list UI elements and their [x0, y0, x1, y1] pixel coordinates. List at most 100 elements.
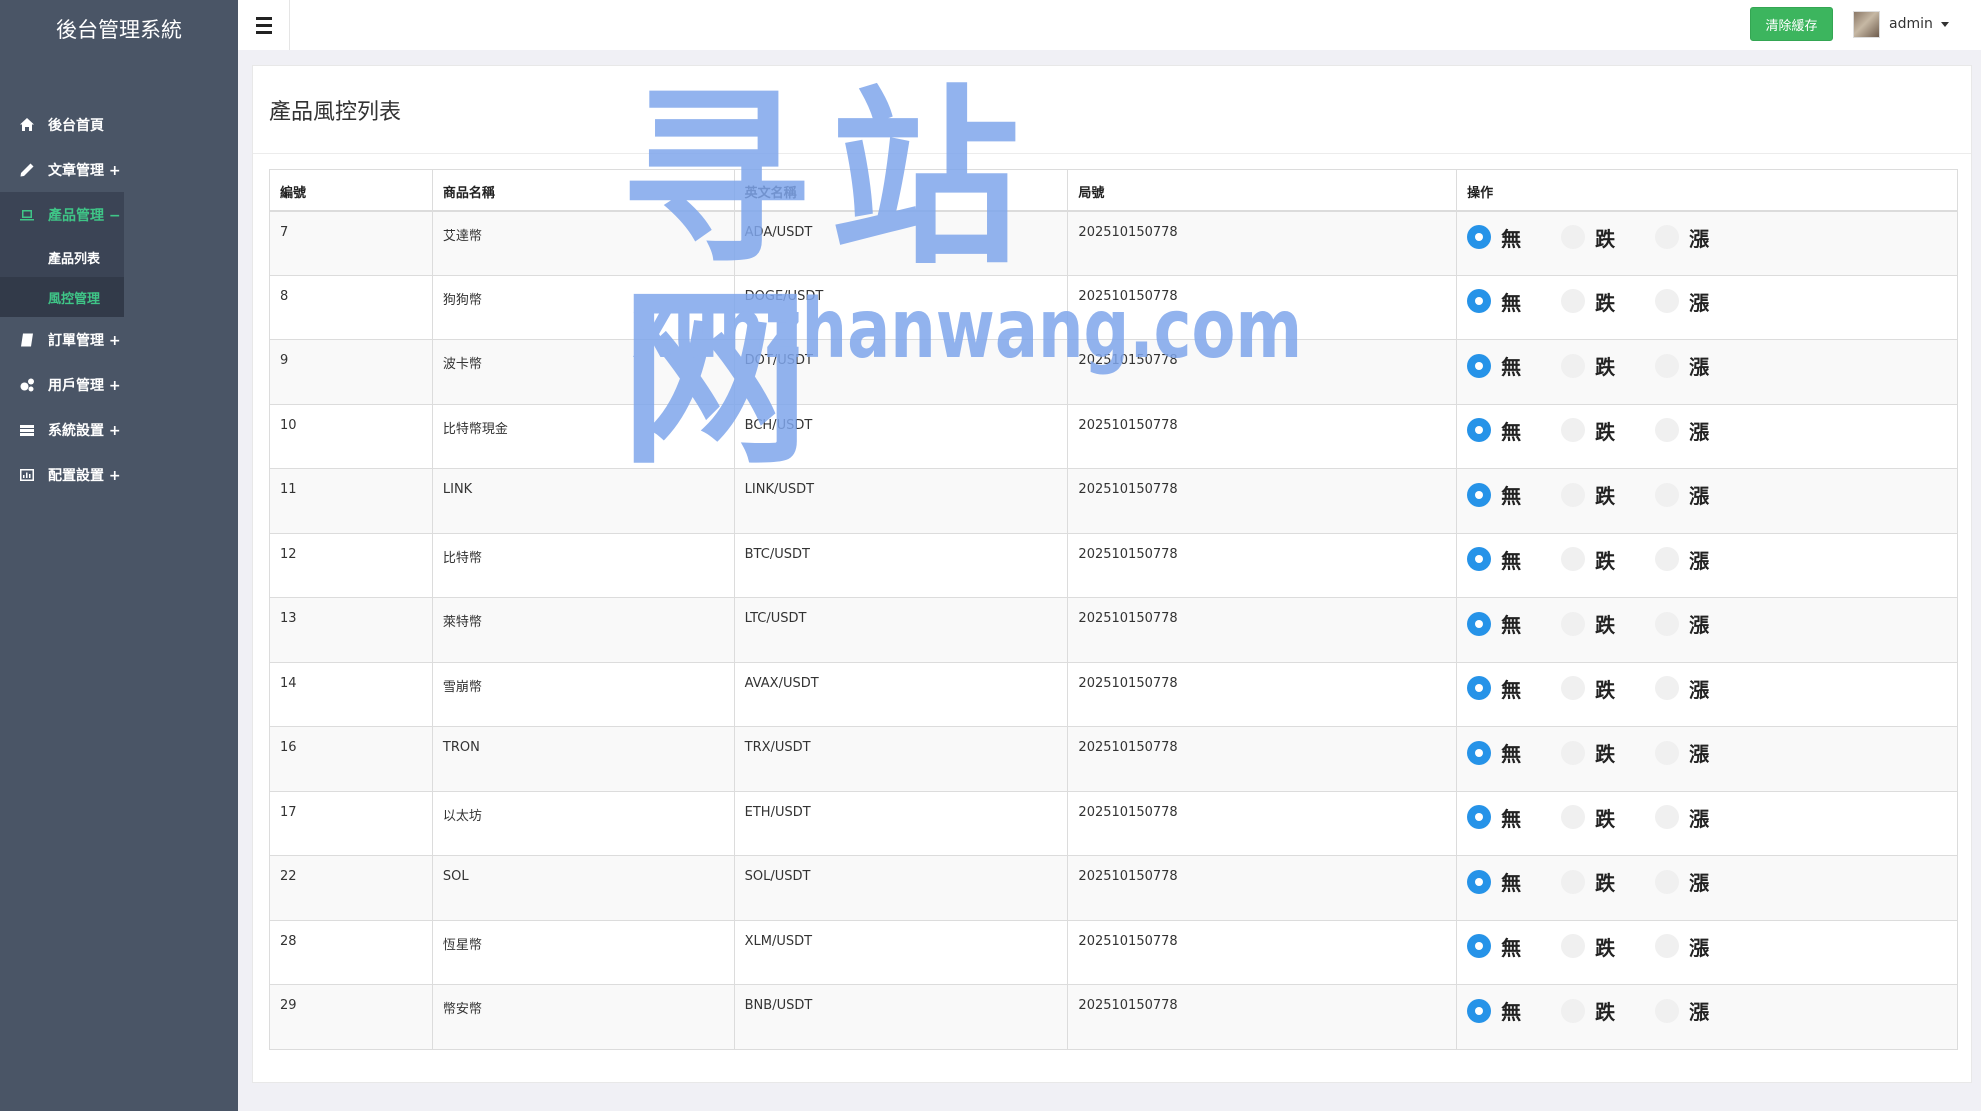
- risk-option-radio[interactable]: 跌: [1561, 287, 1615, 316]
- cell-english-name: ETH/USDT: [733, 790, 1069, 856]
- risk-option-radio[interactable]: 無: [1467, 674, 1521, 703]
- radio-circle-icon: [1561, 482, 1586, 507]
- cell-english-name: XLM/USDT: [733, 919, 1069, 985]
- risk-option-radio[interactable]: 漲: [1655, 867, 1709, 896]
- cell-id: 14: [269, 661, 433, 727]
- table-row: 28 恆星幣 XLM/USDT 202510150778 無 跌 漲: [269, 919, 1958, 985]
- risk-option-radio[interactable]: 無: [1467, 803, 1521, 832]
- radio-label: 跌: [1595, 935, 1616, 960]
- cell-operations: 無跌漲: [1456, 984, 1958, 1050]
- risk-option-radio[interactable]: 跌: [1561, 351, 1615, 380]
- risk-option-radio[interactable]: 跌: [1561, 932, 1615, 961]
- table-row: 22 SOL SOL/USDT 202510150778 無 跌 漲: [269, 855, 1958, 921]
- radio-label: 漲: [1689, 806, 1710, 831]
- risk-option-radio[interactable]: 跌: [1561, 803, 1615, 832]
- cell-product-name: LINK: [431, 468, 735, 534]
- risk-option-radio[interactable]: 跌: [1561, 545, 1615, 574]
- cell-product-name: 比特幣現金: [431, 403, 735, 469]
- risk-option-radio[interactable]: 漲: [1655, 609, 1709, 638]
- risk-option-radio[interactable]: 漲: [1655, 803, 1709, 832]
- risk-option-radio[interactable]: 漲: [1655, 223, 1709, 252]
- user-menu[interactable]: admin: [1853, 10, 1949, 38]
- cell-period-number: 202510150778: [1067, 532, 1458, 598]
- radio-circle-icon: [1655, 418, 1680, 442]
- risk-option-radio[interactable]: 漲: [1655, 480, 1709, 509]
- radio-circle-icon: [1655, 676, 1680, 700]
- cell-english-name: DOGE/USDT: [733, 274, 1069, 340]
- risk-option-radio[interactable]: 漲: [1655, 932, 1709, 961]
- risk-option-radio[interactable]: 跌: [1561, 416, 1615, 445]
- cell-operations: 無跌漲: [1456, 855, 1958, 921]
- risk-option-radio[interactable]: 無: [1467, 287, 1521, 316]
- risk-option-radio[interactable]: 漲: [1655, 674, 1709, 703]
- sidebar-item-home[interactable]: 後台首頁: [0, 102, 124, 147]
- risk-option-radio[interactable]: 漲: [1655, 996, 1709, 1025]
- radio-circle-icon: [1467, 676, 1492, 700]
- clear-cache-button[interactable]: 清除緩存: [1750, 7, 1833, 41]
- sidebar-toggle-button[interactable]: [238, 0, 290, 50]
- sidebar-item-config-settings[interactable]: 配置設置 +: [0, 452, 124, 497]
- cell-operations: 無跌漲: [1456, 403, 1958, 469]
- risk-option-radio[interactable]: 無: [1467, 545, 1521, 574]
- cell-english-name: DOT/USDT: [733, 339, 1069, 405]
- risk-option-group: 無跌漲: [1467, 416, 1957, 445]
- risk-option-radio[interactable]: 跌: [1561, 223, 1615, 252]
- radio-circle-icon: [1467, 353, 1492, 378]
- sidebar-item-users[interactable]: 用戶管理 +: [0, 362, 124, 407]
- cell-product-name: 萊特幣: [431, 597, 735, 663]
- radio-circle-icon: [1467, 547, 1492, 571]
- sidebar-item-system-settings[interactable]: 系統設置 +: [0, 407, 124, 452]
- radio-label: 跌: [1595, 613, 1616, 637]
- risk-option-radio[interactable]: 無: [1467, 223, 1521, 252]
- sidebar-item-label: 文章管理 +: [48, 162, 121, 179]
- risk-option-radio[interactable]: 無: [1467, 932, 1521, 961]
- risk-option-radio[interactable]: 跌: [1561, 996, 1615, 1025]
- risk-option-radio[interactable]: 無: [1467, 738, 1521, 767]
- radio-label: 無: [1501, 548, 1522, 573]
- cell-english-name: AVAX/USDT: [733, 661, 1069, 727]
- table-row: 17 以太坊 ETH/USDT 202510150778 無 跌 漲: [269, 790, 1958, 856]
- risk-option-radio[interactable]: 無: [1467, 996, 1521, 1025]
- risk-option-radio[interactable]: 漲: [1655, 351, 1709, 380]
- risk-option-radio[interactable]: 漲: [1655, 287, 1709, 316]
- table-row: 16 TRON TRX/USDT 202510150778 無 跌 漲: [269, 726, 1958, 792]
- risk-option-radio[interactable]: 漲: [1655, 416, 1709, 445]
- radio-circle-icon: [1467, 998, 1492, 1023]
- sidebar-item-label: 後台首頁: [48, 117, 104, 134]
- radio-circle-icon: [1655, 611, 1680, 636]
- risk-option-radio[interactable]: 無: [1467, 609, 1521, 638]
- risk-option-radio[interactable]: 無: [1467, 480, 1521, 509]
- cell-english-name: BNB/USDT: [733, 984, 1069, 1050]
- risk-option-radio[interactable]: 跌: [1561, 674, 1615, 703]
- sidebar-item-products[interactable]: 產品管理 −: [0, 192, 124, 237]
- page-title: 產品風控列表: [253, 66, 1971, 154]
- table-row: 10 比特幣現金 BCH/USDT 202510150778 無 跌 漲: [269, 403, 1958, 469]
- cell-operations: 無跌漲: [1456, 532, 1958, 598]
- cell-product-name: TRON: [431, 726, 735, 792]
- avatar: [1853, 10, 1880, 38]
- sidebar-item-label: 訂單管理 +: [48, 332, 121, 349]
- radio-circle-icon: [1561, 611, 1586, 636]
- sidebar-subitem-product-list[interactable]: 產品列表: [0, 237, 124, 277]
- risk-option-radio[interactable]: 無: [1467, 351, 1521, 380]
- radio-label: 漲: [1689, 935, 1710, 960]
- risk-option-radio[interactable]: 漲: [1655, 738, 1709, 767]
- sidebar-item-articles[interactable]: 文章管理 +: [0, 147, 124, 192]
- radio-label: 跌: [1595, 806, 1616, 831]
- column-header: 局號: [1067, 169, 1458, 212]
- risk-control-table: 編號 商品名稱 英文名稱 局號 操作 7 艾達幣 ADA/USDT 202510150…: [269, 169, 1958, 1050]
- table-row: 12 比特幣 BTC/USDT 202510150778 無 跌 漲: [269, 532, 1958, 598]
- risk-option-radio[interactable]: 漲: [1655, 545, 1709, 574]
- sidebar-item-orders[interactable]: 訂單管理 +: [0, 317, 124, 362]
- sidebar-subitem-risk-control[interactable]: 風控管理: [0, 277, 124, 317]
- radio-label: 漲: [1689, 548, 1710, 573]
- risk-option-radio[interactable]: 無: [1467, 867, 1521, 896]
- risk-option-radio[interactable]: 跌: [1561, 609, 1615, 638]
- risk-option-radio[interactable]: 跌: [1561, 867, 1615, 896]
- cell-period-number: 202510150778: [1067, 790, 1458, 856]
- radio-label: 無: [1501, 419, 1522, 444]
- risk-option-radio[interactable]: 跌: [1561, 480, 1615, 509]
- risk-option-radio[interactable]: 跌: [1561, 738, 1615, 767]
- radio-label: 跌: [1595, 677, 1616, 702]
- risk-option-radio[interactable]: 無: [1467, 416, 1521, 445]
